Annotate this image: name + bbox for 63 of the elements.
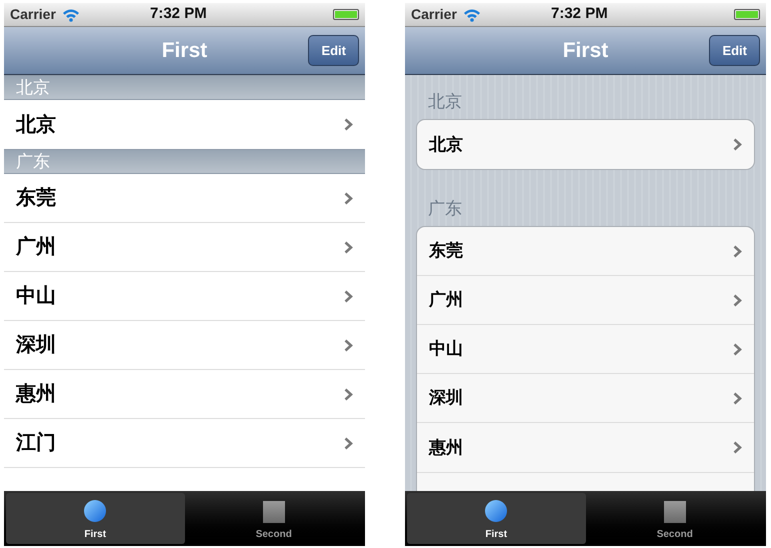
row-label: 深圳	[429, 387, 463, 410]
tab[interactable]: First	[407, 493, 586, 544]
row-label: 深圳	[16, 333, 56, 358]
nav-title: First	[562, 38, 608, 64]
table-row[interactable]: 北京	[4, 100, 365, 149]
chevron-icon	[344, 192, 353, 204]
carrier-label: Carrier	[411, 5, 457, 24]
chevron-icon	[733, 294, 742, 306]
table-row[interactable]: 惠州	[4, 370, 365, 419]
wifi-icon	[62, 8, 80, 22]
carrier-label: Carrier	[10, 5, 56, 24]
section-header: 广东	[428, 198, 462, 220]
row-label: 北京	[16, 112, 56, 138]
table-row[interactable]: 中山	[4, 272, 365, 321]
chevron-icon	[344, 240, 353, 254]
table-row[interactable]: 东莞	[417, 227, 754, 276]
table-row[interactable]: 广州	[417, 276, 754, 325]
table-row[interactable]: 深圳	[417, 374, 754, 423]
chevron-icon	[344, 290, 353, 302]
square-icon	[664, 501, 686, 523]
row-label: 江门	[16, 430, 56, 456]
row-label: 中山	[429, 338, 463, 360]
table-row[interactable]: 惠州	[417, 423, 754, 472]
edit-button[interactable]: Edit	[308, 35, 359, 66]
chevron-icon	[344, 436, 353, 450]
table-row[interactable]: 广州	[4, 223, 365, 272]
section-header: 广东	[4, 149, 365, 174]
table-row[interactable]: 北京	[417, 120, 754, 169]
row-label: 广州	[429, 289, 463, 312]
tab[interactable]: Second	[184, 493, 363, 544]
row-label: 东莞	[16, 186, 56, 211]
table-row[interactable]: 东莞	[4, 174, 365, 223]
table-row[interactable]: 中山	[417, 325, 754, 374]
section-header: 北京	[4, 75, 365, 100]
circle-icon	[83, 499, 108, 523]
chevron-icon	[344, 118, 353, 131]
chevron-icon	[733, 392, 742, 404]
row-label: 北京	[429, 134, 463, 156]
tab[interactable]: First	[6, 493, 184, 544]
chevron-icon	[733, 441, 742, 454]
table-row[interactable]: 深圳	[4, 321, 365, 370]
chevron-icon	[733, 342, 742, 356]
row-label: 广州	[16, 234, 56, 260]
tab[interactable]: Second	[586, 493, 764, 544]
table-row[interactable]: 江门	[4, 419, 365, 468]
section-header: 北京	[428, 91, 462, 114]
row-label: 中山	[16, 284, 56, 309]
chevron-icon	[733, 244, 742, 258]
battery-icon	[333, 9, 359, 20]
wifi-icon	[462, 8, 481, 22]
chevron-icon	[344, 388, 353, 400]
nav-title: First	[162, 38, 208, 64]
circle-icon	[484, 499, 508, 523]
time-label: 7:32 PM	[150, 4, 207, 24]
battery-icon	[734, 9, 760, 20]
time-label: 7:32 PM	[551, 4, 608, 24]
chevron-icon	[733, 138, 742, 151]
chevron-icon	[344, 338, 353, 352]
edit-button[interactable]: Edit	[709, 35, 760, 66]
square-icon	[262, 501, 285, 523]
row-label: 惠州	[16, 382, 56, 407]
row-label: 惠州	[429, 436, 463, 459]
row-label: 东莞	[429, 240, 463, 262]
